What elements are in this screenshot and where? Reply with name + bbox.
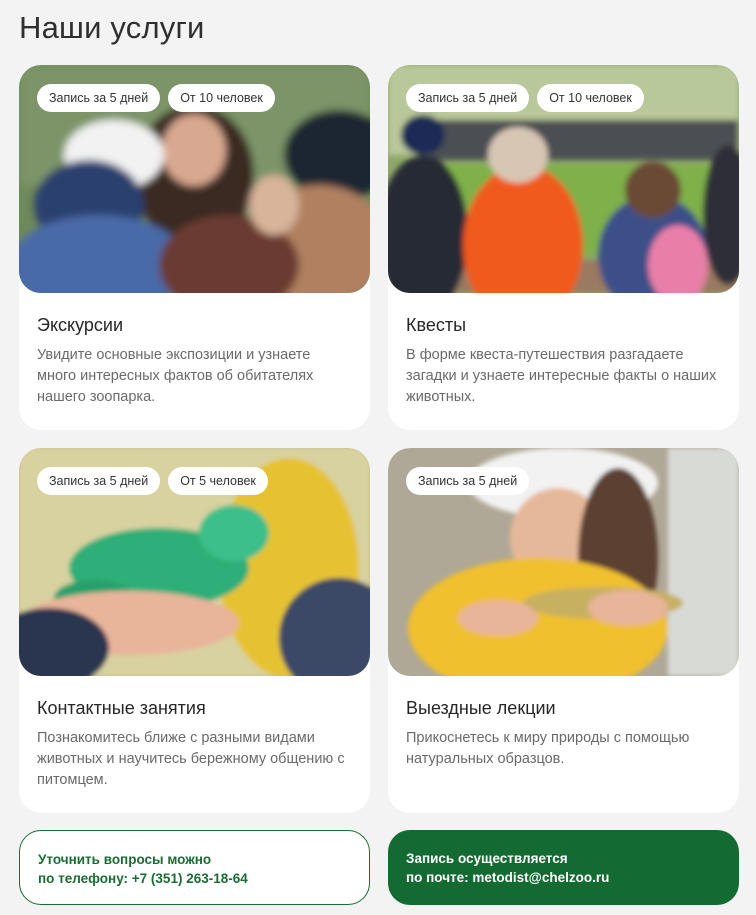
outreach-lectures-photo: Запись за 5 дней xyxy=(388,448,739,676)
service-card-outreach-lectures[interactable]: Запись за 5 дней Выездные лекции Прикосн… xyxy=(388,448,739,813)
badge-booking: Запись за 5 дней xyxy=(406,467,530,495)
outreach-lectures-badges: Запись за 5 дней xyxy=(406,467,530,495)
badge-group-size: От 5 человек xyxy=(168,467,268,495)
card-description: Прикоснетесь к миру природы с помощью на… xyxy=(406,730,690,767)
services-grid: Запись за 5 дней От 10 человек Экскурсии… xyxy=(19,65,739,813)
card-title: Экскурсии xyxy=(37,315,124,335)
card-description: Увидите основные экспозиции и узнаете мн… xyxy=(37,347,314,405)
badge-booking: Запись за 5 дней xyxy=(37,84,161,112)
card-description: В форме квеста-путешествия разгадаете за… xyxy=(406,347,717,405)
email-contact-line2[interactable]: по почте: metodist@chelzoo.ru xyxy=(406,868,721,887)
page-title: Наши услуги xyxy=(19,10,205,45)
card-description: Познакомитесь ближе с разными видами жив… xyxy=(37,730,345,788)
phone-contact-line2[interactable]: по телефону: +7 (351) 263-18-64 xyxy=(38,869,351,888)
excursions-badges: Запись за 5 дней От 10 человек xyxy=(37,84,275,112)
phone-contact-line1: Уточнить вопросы можно xyxy=(38,852,212,867)
badge-booking: Запись за 5 дней xyxy=(37,467,161,495)
email-contact-line1: Запись осуществляется xyxy=(406,851,568,866)
quests-photo: Запись за 5 дней От 10 человек xyxy=(388,65,739,293)
badge-group-size: От 10 человек xyxy=(168,84,275,112)
contact-lessons-badges: Запись за 5 дней От 5 человек xyxy=(37,467,268,495)
excursions-photo: Запись за 5 дней От 10 человек xyxy=(19,65,370,293)
phone-contact-box[interactable]: Уточнить вопросы можно по телефону: +7 (… xyxy=(19,830,370,905)
badge-booking: Запись за 5 дней xyxy=(406,84,530,112)
quests-badges: Запись за 5 дней От 10 человек xyxy=(406,84,644,112)
email-contact-box[interactable]: Запись осуществляется по почте: metodist… xyxy=(388,830,739,905)
card-title: Квесты xyxy=(406,315,467,335)
service-card-contact-lessons[interactable]: Запись за 5 дней От 5 человек Контактные… xyxy=(19,448,370,813)
contact-info-row: Уточнить вопросы можно по телефону: +7 (… xyxy=(19,830,739,905)
service-card-excursions[interactable]: Запись за 5 дней От 10 человек Экскурсии… xyxy=(19,65,370,430)
card-title: Контактные занятия xyxy=(37,698,206,718)
service-card-quests[interactable]: Запись за 5 дней От 10 человек Квесты В … xyxy=(388,65,739,430)
contact-lessons-photo: Запись за 5 дней От 5 человек xyxy=(19,448,370,676)
badge-group-size: От 10 человек xyxy=(537,84,644,112)
card-title: Выездные лекции xyxy=(406,698,556,718)
